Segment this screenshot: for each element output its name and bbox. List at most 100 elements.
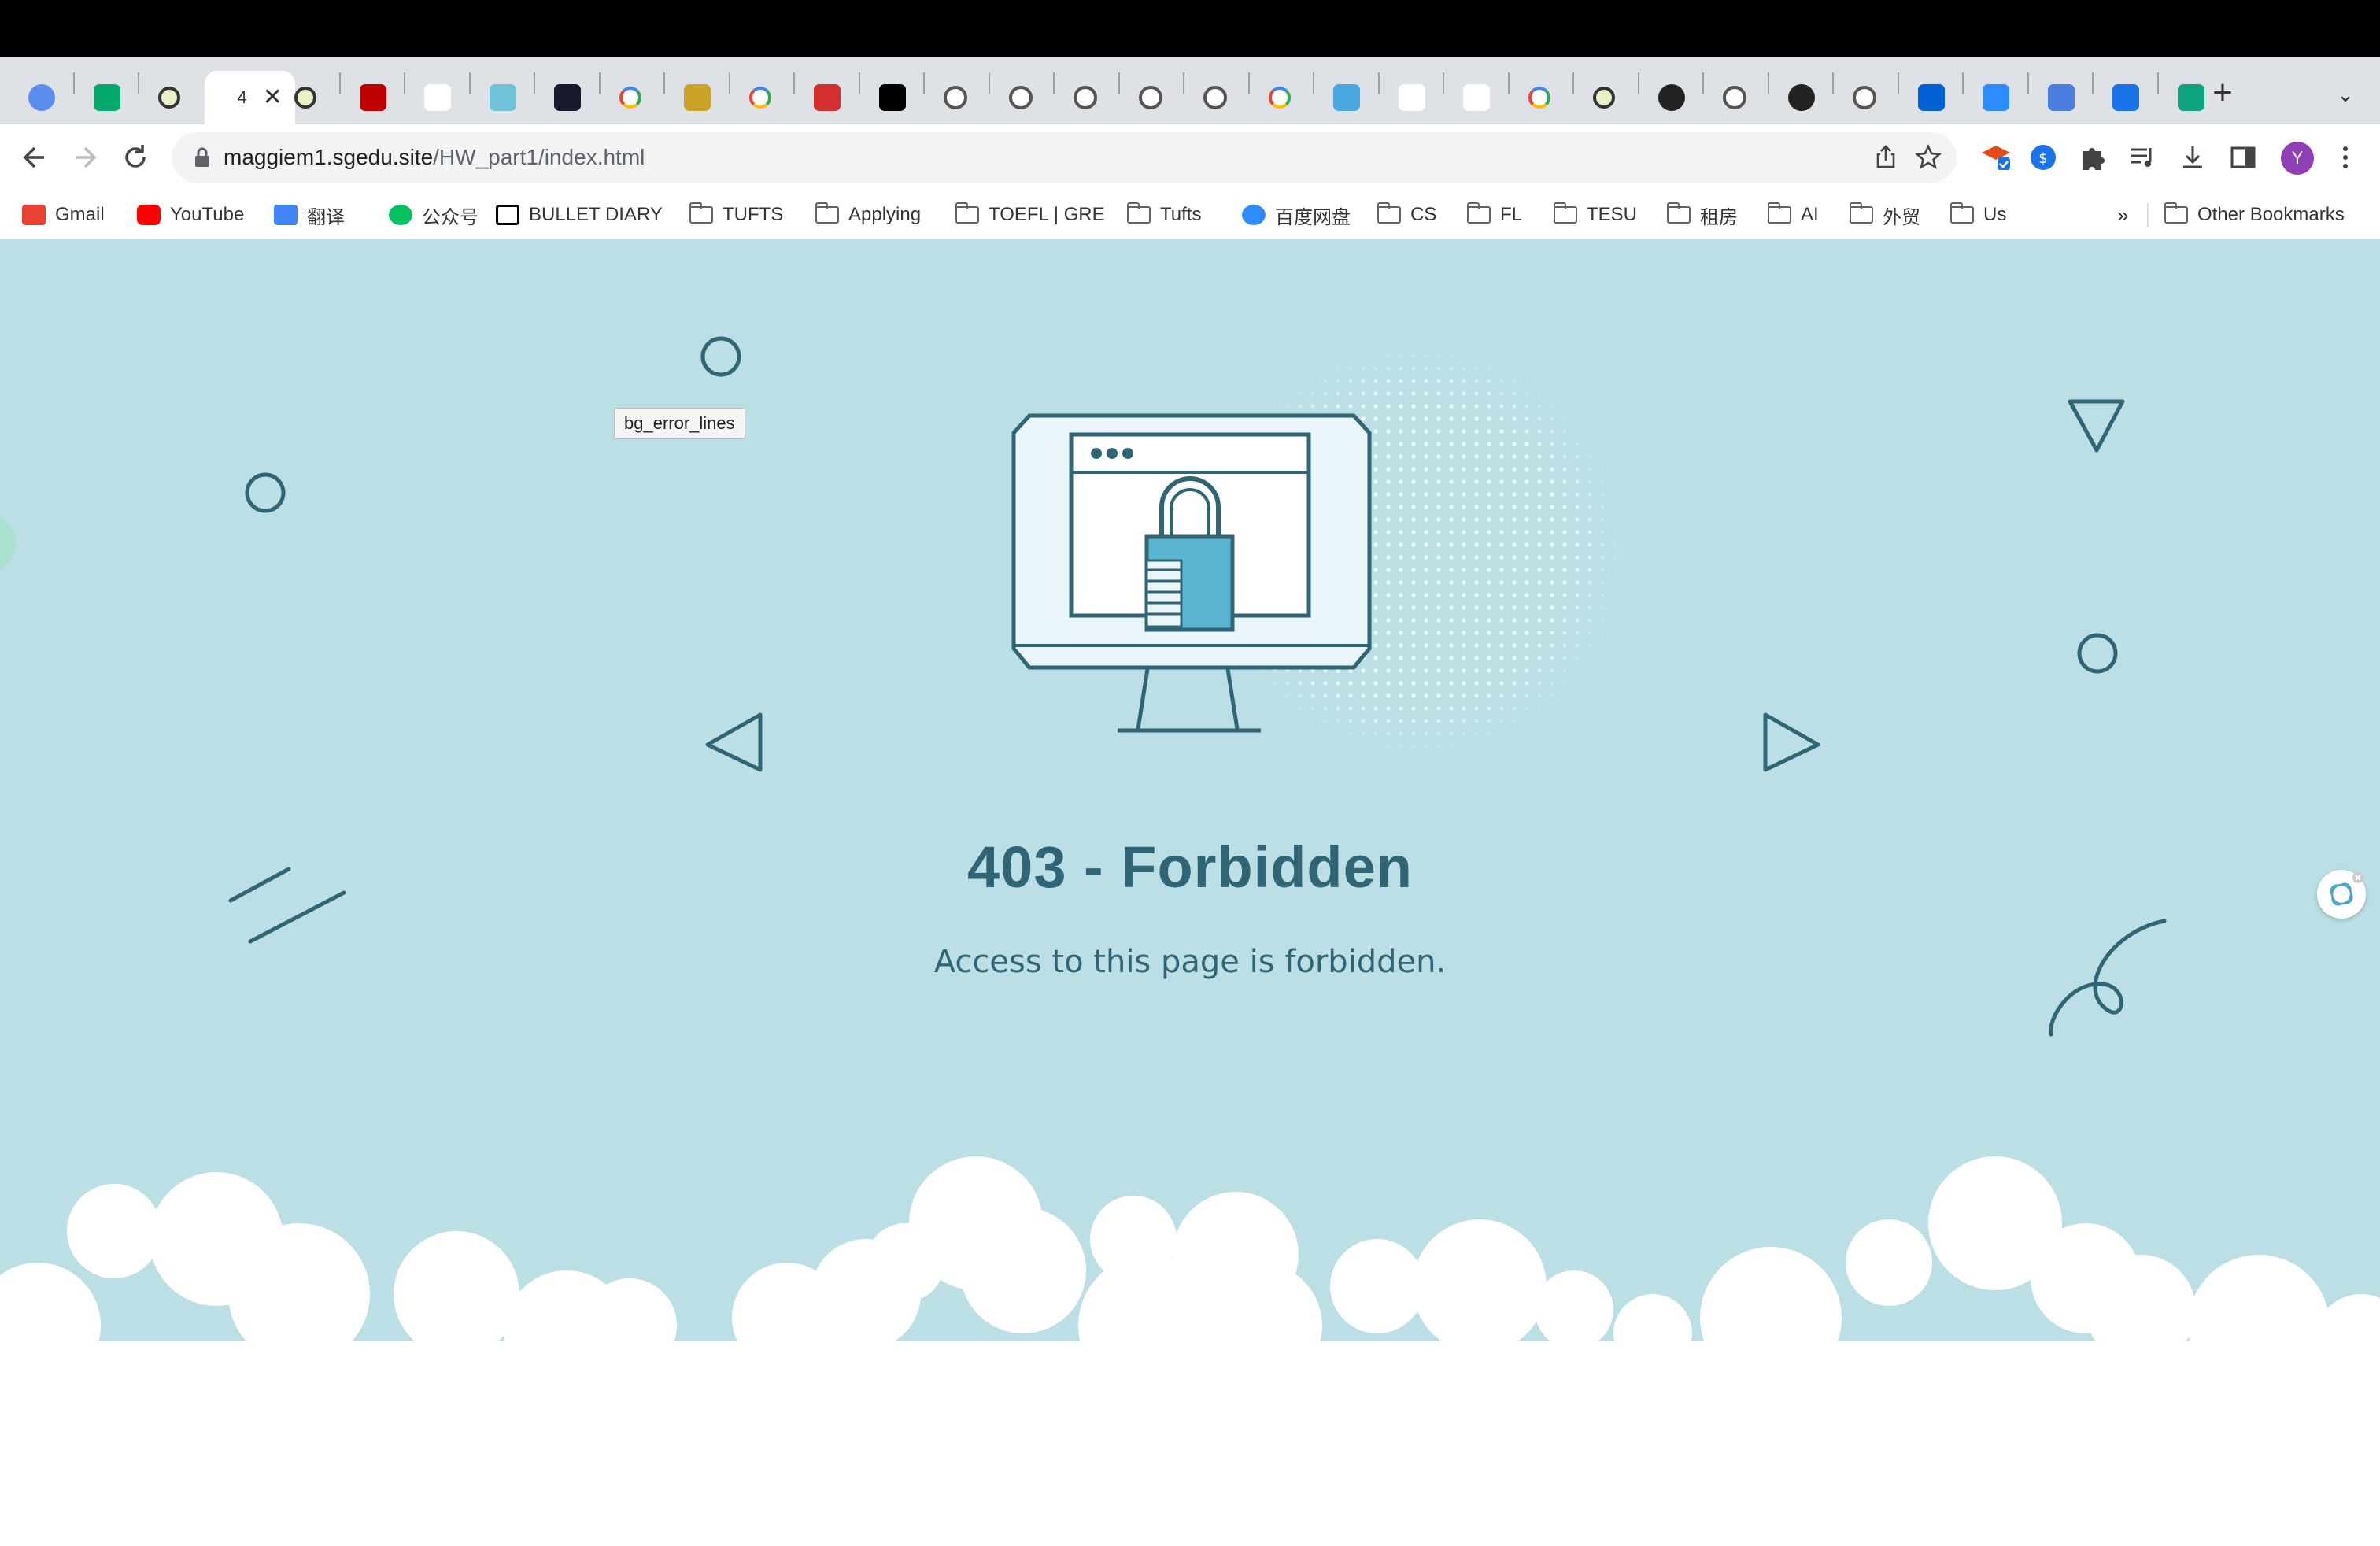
- tab[interactable]: [1452, 71, 1498, 124]
- google-icon: [1528, 87, 1550, 109]
- sider-extension-icon[interactable]: $: [2026, 140, 2060, 175]
- tab-separator: [1702, 72, 1704, 94]
- bookmark-item[interactable]: Tufts: [1126, 202, 1202, 228]
- tab[interactable]: [413, 71, 459, 124]
- tab[interactable]: [868, 71, 914, 124]
- tab[interactable]: [1128, 71, 1170, 124]
- tab[interactable]: [1388, 71, 1433, 124]
- globe-gray-icon: [1074, 86, 1097, 109]
- tab[interactable]: [2101, 71, 2147, 124]
- back-button[interactable]: [16, 139, 54, 176]
- folder-icon: [1767, 202, 1791, 224]
- tab[interactable]: [608, 71, 649, 124]
- profile-avatar[interactable]: Y: [2281, 142, 2314, 175]
- tab[interactable]: [738, 71, 779, 124]
- tab[interactable]: [2037, 71, 2082, 124]
- tab[interactable]: [1777, 71, 1823, 124]
- side-panel-icon[interactable]: [2226, 140, 2260, 175]
- tab[interactable]: [1517, 71, 1558, 124]
- bookmark-star-icon[interactable]: [1914, 143, 1942, 172]
- error-title: 403 - Forbidden: [967, 834, 1413, 900]
- tab[interactable]: [479, 71, 524, 124]
- puzzle-extensions-icon[interactable]: [2075, 140, 2109, 175]
- bookmark-item[interactable]: 翻译: [274, 202, 345, 228]
- bookmark-label: BULLET DIARY: [529, 204, 663, 225]
- bookmark-item[interactable]: BULLET DIARY: [496, 202, 663, 228]
- tab-separator: [1507, 72, 1510, 94]
- reload-button[interactable]: [116, 139, 154, 176]
- triangle-down-icon: [2068, 399, 2125, 453]
- bookmark-item[interactable]: 租房: [1666, 202, 1738, 228]
- tab[interactable]: [1582, 71, 1623, 124]
- folder-icon: [1466, 202, 1491, 224]
- tab[interactable]: [1712, 71, 1754, 124]
- bookmark-item[interactable]: FL: [1466, 202, 1522, 228]
- tab[interactable]: [673, 71, 719, 124]
- tab[interactable]: [1258, 71, 1299, 124]
- tab[interactable]: [543, 71, 589, 124]
- bookmark-label: Us: [1983, 204, 2007, 225]
- unsplash-icon: [878, 84, 906, 111]
- tab-separator: [1897, 72, 1899, 94]
- wikipedia-icon: [1398, 84, 1425, 111]
- bookmark-item[interactable]: YouTube: [137, 202, 244, 228]
- bookmark-item[interactable]: TOEFL | GRE: [955, 202, 1105, 228]
- tab-close-icon[interactable]: ✕: [263, 86, 283, 109]
- url-text: maggiem1.sgedu.site/HW_part1/index.html: [224, 145, 645, 170]
- bookmark-label: TESU: [1587, 204, 1638, 225]
- globe-gray-icon: [1008, 86, 1033, 109]
- target-icon: [1593, 87, 1615, 109]
- bookmark-item[interactable]: Gmail: [22, 202, 105, 228]
- tab-separator: [2027, 72, 2029, 94]
- tab[interactable]: [1062, 71, 1105, 124]
- error-page: bg_error_lines 403 - Forbidden Access to…: [0, 239, 2380, 1546]
- folder-icon: [815, 202, 839, 224]
- bookmark-item[interactable]: Applying: [815, 202, 921, 228]
- tab[interactable]: [1647, 71, 1693, 124]
- bookmark-label: Tufts: [1160, 204, 1202, 225]
- tab[interactable]: 4 ✕: [204, 71, 295, 124]
- tab[interactable]: [147, 71, 188, 124]
- tab[interactable]: [349, 71, 394, 124]
- tab-search-chevron-icon[interactable]: ⌄: [2330, 79, 2361, 110]
- tab-separator: [793, 72, 795, 94]
- tab[interactable]: [1972, 71, 2017, 124]
- forward-button[interactable]: [66, 139, 104, 176]
- bookmark-item[interactable]: TESU: [1553, 202, 1638, 228]
- bookmarks-overflow-button[interactable]: »: [2117, 202, 2128, 228]
- tab[interactable]: [998, 71, 1040, 124]
- tab[interactable]: [1322, 71, 1368, 124]
- bookmark-item[interactable]: CS: [1377, 202, 1436, 228]
- cloud-footer: [0, 1156, 2380, 1546]
- tab[interactable]: [1842, 71, 1884, 124]
- other-bookmarks-button[interactable]: Other Bookmarks: [2164, 202, 2345, 228]
- bookmark-item[interactable]: 百度网盘: [1242, 202, 1351, 228]
- tab[interactable]: [1907, 71, 1953, 124]
- tab[interactable]: [83, 71, 128, 124]
- tab[interactable]: [1192, 71, 1235, 124]
- circle-shape-icon: [2077, 633, 2118, 674]
- tab-separator: [923, 72, 925, 94]
- more-menu-icon[interactable]: [2328, 140, 2363, 175]
- spiral-icon: [489, 84, 516, 111]
- circle-shape-icon: [700, 336, 741, 377]
- bookmark-item[interactable]: 外贸: [1849, 202, 1920, 228]
- bookmark-item[interactable]: Us: [1949, 202, 2007, 228]
- bookmark-item[interactable]: 公众号: [389, 202, 479, 228]
- image-tooltip: bg_error_lines: [614, 408, 745, 439]
- media-control-icon[interactable]: [2125, 140, 2160, 175]
- tab[interactable]: [17, 71, 63, 124]
- tab[interactable]: [933, 71, 975, 124]
- translate-icon: [274, 205, 298, 225]
- tab[interactable]: [803, 71, 848, 124]
- address-bar[interactable]: maggiem1.sgedu.site/HW_part1/index.html: [172, 132, 1957, 183]
- bookmark-label: 外贸: [1883, 206, 1920, 228]
- new-tab-button[interactable]: +: [2204, 76, 2241, 113]
- tab[interactable]: [283, 71, 324, 124]
- downloads-icon[interactable]: [2175, 140, 2210, 175]
- bookmark-item[interactable]: TUFTS: [689, 202, 783, 228]
- bookmark-item[interactable]: AI: [1767, 202, 1819, 228]
- scholar-extension-icon[interactable]: [1979, 140, 2013, 175]
- tab-separator: [988, 72, 990, 94]
- share-icon[interactable]: [1872, 143, 1900, 172]
